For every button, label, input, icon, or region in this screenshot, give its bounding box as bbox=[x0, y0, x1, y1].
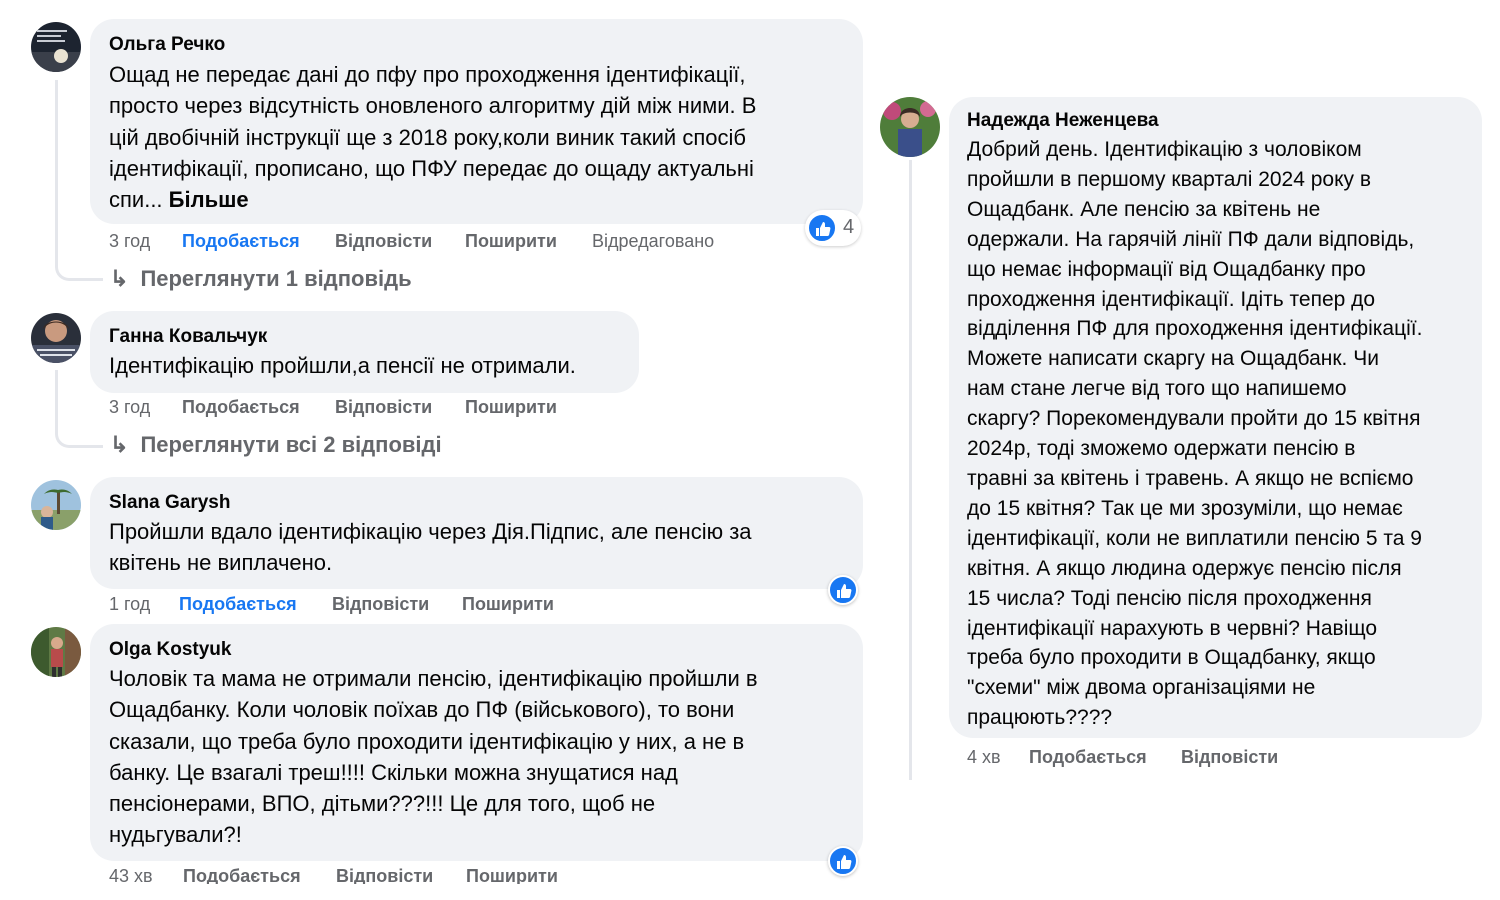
like-button[interactable]: Подобається bbox=[1029, 747, 1147, 768]
comment-author[interactable]: Olga Kostyuk bbox=[109, 639, 231, 661]
view-replies-link[interactable]: ↳ Переглянути 1 відповідь bbox=[110, 266, 412, 292]
comment-line: нам стане легче від того що напишемо bbox=[967, 377, 1347, 401]
comment-line: Ощадбанк. Але пенсію за квітень не bbox=[967, 197, 1321, 221]
like-thumb-icon[interactable] bbox=[828, 846, 858, 876]
comment-actions: 4 хв Подобається Відповісти bbox=[967, 747, 1467, 771]
comment-bubble: Slana Garysh Пройшли вдало ідентифікацію… bbox=[90, 477, 863, 589]
comment-line: Добрий день. Ідентифікацію з чоловіком bbox=[967, 138, 1362, 161]
comment-line: пенсіонерами, ВПО, дітьми???!!! Це для т… bbox=[109, 791, 656, 817]
comment-timestamp[interactable]: 4 хв bbox=[967, 747, 1001, 768]
comment-bubble: Ольга Речко Ощад не передає дані до пфу … bbox=[90, 19, 863, 224]
comment-line: травні за квітень і травень. А якщо не в… bbox=[967, 466, 1414, 490]
comment-line: скаргу? Порекомендували пройти до 15 кві… bbox=[967, 407, 1421, 431]
comment-timestamp[interactable]: 1 год bbox=[109, 594, 150, 615]
view-replies-label: Переглянути всі 2 відповіді bbox=[140, 432, 442, 457]
comment-actions: 3 год Подобається Відповісти Поширити bbox=[109, 397, 709, 421]
truncated-text: спи... bbox=[109, 187, 163, 213]
thread-connector bbox=[55, 422, 103, 448]
thread-line bbox=[909, 160, 912, 780]
reply-arrow-icon: ↳ bbox=[110, 266, 129, 291]
avatar[interactable] bbox=[880, 97, 940, 157]
share-button[interactable]: Поширити bbox=[465, 231, 557, 252]
comment-line: спи... Більше bbox=[109, 184, 859, 215]
reactions-count: 4 bbox=[843, 216, 855, 238]
comment-line: цій двобічній інструкції ще з 2018 року,… bbox=[109, 124, 746, 150]
comment-line: нудьгували?! bbox=[109, 822, 242, 848]
comment-line: працюють???? bbox=[967, 706, 1113, 730]
view-replies-label: Переглянути 1 відповідь bbox=[140, 266, 412, 291]
comment-line: просто через відсутність оновленого алго… bbox=[109, 93, 757, 119]
like-thumb-icon[interactable] bbox=[828, 575, 858, 605]
comment-line: Пройшли вдало ідентифікацію через Дія.Пі… bbox=[109, 519, 752, 544]
comment-actions: 1 год Подобається Відповісти Поширити bbox=[109, 594, 709, 618]
thread-line bbox=[55, 370, 58, 430]
comment-author[interactable]: Slana Garysh bbox=[109, 492, 230, 514]
comment-author[interactable]: Надежда Неженцева bbox=[967, 110, 1159, 132]
comment-bubble: Надежда Неженцева Добрий день. Ідентифік… bbox=[949, 97, 1482, 738]
comment-line: що немає інформації від Ощадбанку про bbox=[967, 257, 1366, 281]
like-button[interactable]: Подобається bbox=[182, 231, 300, 252]
comment-line: Ощад не передає дані до пфу про проходже… bbox=[109, 62, 746, 87]
avatar[interactable] bbox=[31, 313, 81, 363]
comment-line: Ідентифікацію пройшли,а пенсії не отрима… bbox=[109, 353, 576, 378]
comment-line: "схеми" між двома організаціями не bbox=[967, 676, 1316, 700]
comment-line: Можете написати скаргу на Ощадбанк. Чи bbox=[967, 347, 1379, 371]
reply-button[interactable]: Відповісти bbox=[335, 231, 432, 252]
comment-timestamp[interactable]: 3 год bbox=[109, 231, 150, 252]
reactions-summary[interactable]: 4 bbox=[805, 210, 861, 246]
comment-actions: 3 год Подобається Відповісти Поширити Ві… bbox=[109, 231, 809, 255]
like-button[interactable]: Подобається bbox=[179, 594, 297, 615]
screenshot-crop-edge bbox=[0, 884, 900, 900]
comment-line: квітень не виплачено. bbox=[109, 550, 333, 576]
comment-line: треба було проходити в Ощадбанку, якщо bbox=[967, 646, 1376, 670]
like-button[interactable]: Подобається bbox=[182, 397, 300, 418]
comment-timestamp[interactable]: 3 год bbox=[109, 397, 150, 418]
comment-line: сказали, що треба було проходити ідентиф… bbox=[109, 728, 745, 754]
comment-bubble: Ганна Ковальчук Ідентифікацію пройшли,а … bbox=[90, 311, 639, 393]
comment-line: квітня. А якщо людина одержує пенсію піс… bbox=[967, 556, 1402, 580]
comment-text: Ідентифікацію пройшли,а пенсії не отрима… bbox=[109, 350, 634, 381]
see-more-link[interactable]: Більше bbox=[169, 187, 249, 212]
comment-bubble: Olga Kostyuk Чоловік та мама не отримали… bbox=[90, 624, 863, 861]
comment-author[interactable]: Ольга Речко bbox=[109, 34, 225, 56]
comment-author[interactable]: Ганна Ковальчук bbox=[109, 326, 267, 348]
avatar[interactable] bbox=[31, 480, 81, 530]
avatar[interactable] bbox=[31, 627, 81, 677]
comment-line: Чоловік та мама не отримали пенсію, іден… bbox=[109, 666, 758, 691]
comment-line: ідентифікації нарахують в червні? Навіщо bbox=[967, 616, 1378, 640]
reply-button[interactable]: Відповісти bbox=[1181, 747, 1278, 768]
avatar[interactable] bbox=[31, 22, 81, 72]
comment-line: 2024р, тоді зможемо одержати пенсію в bbox=[967, 437, 1356, 461]
comment-line: відділення ПФ для проходження ідентифіка… bbox=[967, 317, 1423, 341]
thread-connector bbox=[55, 255, 103, 281]
edited-label: Відредаговано bbox=[592, 231, 715, 251]
view-replies-link[interactable]: ↳ Переглянути всі 2 відповіді bbox=[110, 432, 442, 458]
share-button[interactable]: Поширити bbox=[465, 397, 557, 418]
share-button[interactable]: Поширити bbox=[462, 594, 554, 615]
comment-line: одержали. На гарячій лінії ПФ дали відпо… bbox=[967, 227, 1415, 251]
thread-line bbox=[55, 80, 58, 260]
comment-text: Добрий день. Ідентифікацію з чоловіком п… bbox=[967, 135, 1477, 733]
comment-line: до 15 квітня? Так це ми зрозуміли, що не… bbox=[967, 496, 1403, 520]
comment-line: ідентифікації, прописано, що ПФУ передає… bbox=[109, 155, 754, 181]
comment-text: Чоловік та мама не отримали пенсію, іден… bbox=[109, 663, 859, 851]
reply-button[interactable]: Відповісти bbox=[335, 397, 432, 418]
reply-button[interactable]: Відповісти bbox=[332, 594, 429, 615]
comment-line: пройшли в першому кварталі 2024 року в bbox=[967, 167, 1372, 191]
comment-text: Пройшли вдало ідентифікацію через Дія.Пі… bbox=[109, 516, 859, 579]
comment-line: 15 числа? Тоді пенсію після проходження bbox=[967, 586, 1372, 610]
comment-line: банку. Це взагалі треш!!!! Скільки можна… bbox=[109, 759, 678, 785]
comment-line: проходження ідентифікації. Ідіть тепер д… bbox=[967, 287, 1376, 311]
comment-text: Ощад не передає дані до пфу про проходже… bbox=[109, 59, 859, 215]
comment-line: ідентифікації, коли не виплатили пенсію … bbox=[967, 526, 1422, 550]
like-thumb-icon bbox=[807, 213, 837, 243]
reply-arrow-icon: ↳ bbox=[110, 432, 129, 457]
comment-line: Ощадбанку. Коли чоловік поїхав до ПФ (ві… bbox=[109, 697, 735, 723]
